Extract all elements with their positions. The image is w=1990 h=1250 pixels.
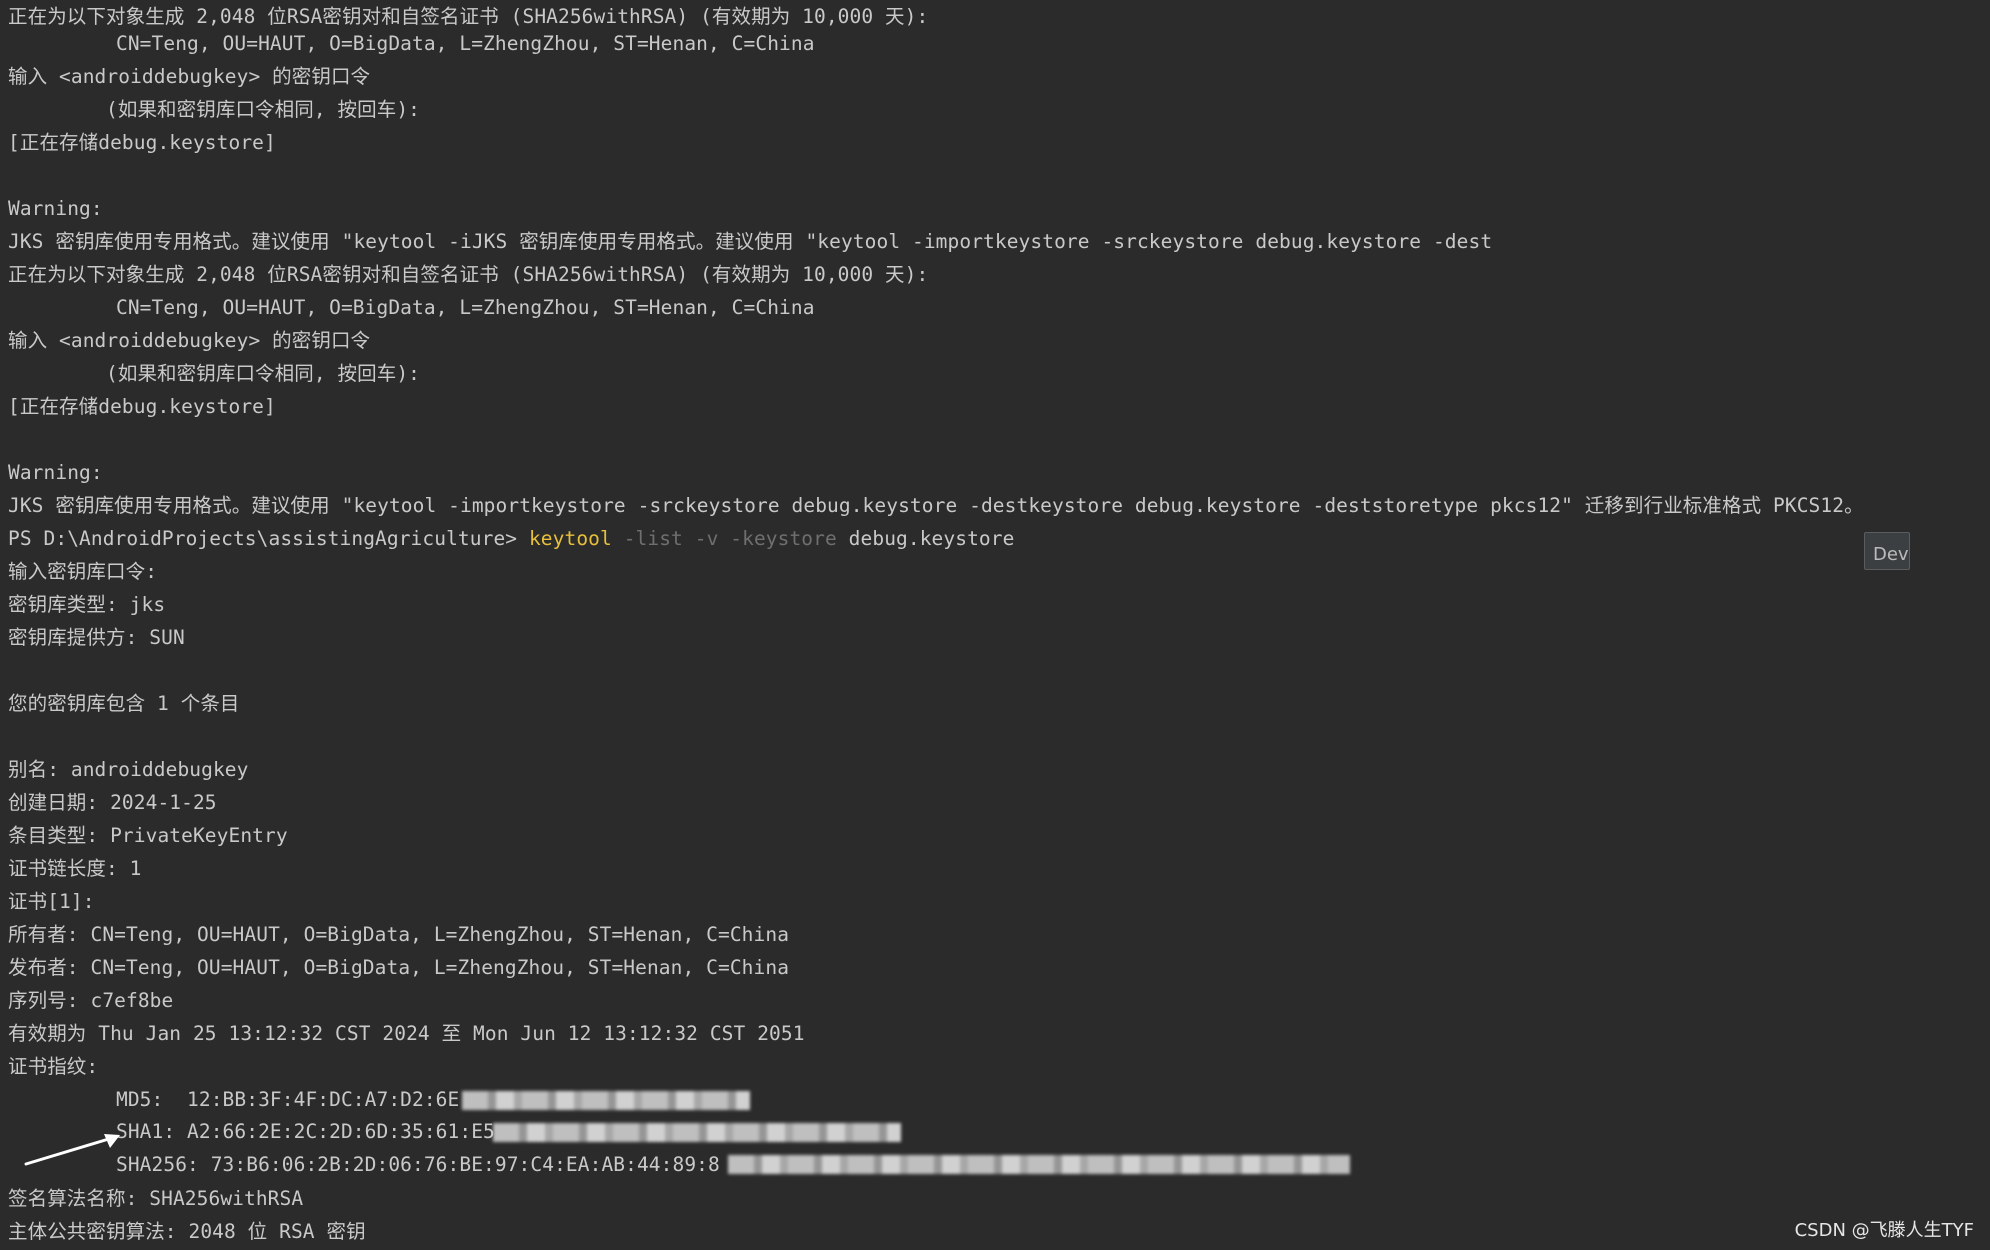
output-line: 条目类型: PrivateKeyEntry <box>8 824 288 847</box>
command-flags: -list -v -keystore <box>611 527 837 550</box>
terminal-line: CN=Teng, OU=HAUT, O=BigData, L=ZhengZhou… <box>116 296 815 319</box>
output-line: 您的密钥库包含 1 个条目 <box>8 692 240 715</box>
fingerprint-sha1: SHA1: A2:66:2E:2C:2D:6D:35:61:E5 <box>116 1120 495 1143</box>
terminal-panel[interactable]: 正在为以下对象生成 2,048 位RSA密钥对和自签名证书 (SHA256wit… <box>0 0 1990 1250</box>
output-line: 别名: androiddebugkey <box>8 758 249 781</box>
terminal-line: 正在为以下对象生成 2,048 位RSA密钥对和自签名证书 (SHA256wit… <box>8 263 929 286</box>
output-line: 创建日期: 2024-1-25 <box>8 791 217 814</box>
command-prompt-line: PS D:\AndroidProjects\assistingAgricultu… <box>8 522 1014 555</box>
dev-button[interactable]: Dev <box>1864 532 1910 570</box>
redacted-md5 <box>462 1091 750 1110</box>
terminal-line: JKS 密钥库使用专用格式。建议使用 "keytool -importkeyst… <box>8 494 1864 517</box>
output-line: 证书链长度: 1 <box>8 857 142 880</box>
output-line: 有效期为 Thu Jan 25 13:12:32 CST 2024 至 Mon … <box>8 1022 805 1045</box>
fingerprint-md5: MD5: 12:BB:3F:4F:DC:A7:D2:6E <box>116 1088 460 1111</box>
output-line: 发布者: CN=Teng, OU=HAUT, O=BigData, L=Zhen… <box>8 956 790 979</box>
prompt-path: PS D:\AndroidProjects\assistingAgricultu… <box>8 527 529 550</box>
fingerprint-sha256: SHA256: 73:B6:06:2B:2D:06:76:BE:97:C4:EA… <box>116 1153 720 1176</box>
terminal-line: CN=Teng, OU=HAUT, O=BigData, L=ZhengZhou… <box>116 32 815 55</box>
output-line: 签名算法名称: SHA256withRSA <box>8 1187 304 1210</box>
terminal-line: 输入 <androiddebugkey> 的密钥口令 <box>8 65 371 88</box>
terminal-line: (如果和密钥库口令相同, 按回车): <box>106 98 420 121</box>
terminal-line: Warning: <box>8 197 103 220</box>
annotation-arrow-icon <box>24 1134 120 1166</box>
output-line: 主体公共密钥算法: 2048 位 RSA 密钥 <box>8 1220 366 1243</box>
output-line: 序列号: c7ef8be <box>8 989 174 1012</box>
command-argument: debug.keystore <box>836 527 1015 550</box>
redacted-sha256 <box>728 1155 1350 1174</box>
output-line: 密钥库提供方: SUN <box>8 626 185 649</box>
terminal-line: Warning: <box>8 461 103 484</box>
redacted-sha1 <box>493 1123 901 1142</box>
output-line: 所有者: CN=Teng, OU=HAUT, O=BigData, L=Zhen… <box>8 923 790 946</box>
terminal-line: (如果和密钥库口令相同, 按回车): <box>106 362 420 385</box>
command-keytool: keytool <box>528 527 612 550</box>
terminal-line: 输入 <androiddebugkey> 的密钥口令 <box>8 329 371 352</box>
output-line: 证书指纹: <box>8 1055 99 1078</box>
output-line: 密钥库类型: jks <box>8 593 166 616</box>
terminal-line: [正在存储debug.keystore] <box>8 395 276 418</box>
output-line: 输入密钥库口令: <box>8 560 158 583</box>
output-line: 证书[1]: <box>8 890 95 913</box>
terminal-line: [正在存储debug.keystore] <box>8 131 276 154</box>
csdn-watermark: CSDN @飞滕人生TYF <box>1794 1220 1974 1241</box>
terminal-line: JKS 密钥库使用专用格式。建议使用 "keytool -iJKS 密钥库使用专… <box>8 230 1493 253</box>
